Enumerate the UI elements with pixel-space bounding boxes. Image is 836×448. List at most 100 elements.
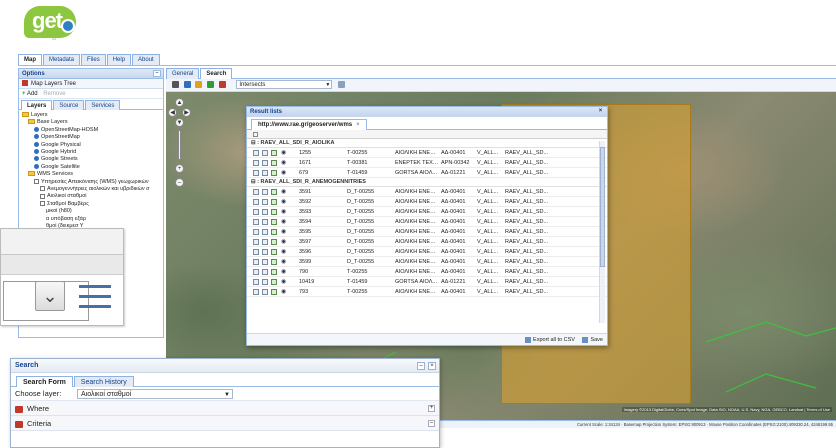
close-icon[interactable]: × <box>428 362 436 370</box>
row-checkbox[interactable] <box>253 249 259 255</box>
checkbox-icon[interactable] <box>34 178 39 184</box>
scrollbar-thumb[interactable] <box>600 147 605 267</box>
globe-icon[interactable] <box>34 141 39 147</box>
criteria-section[interactable]: Criteria – <box>11 416 439 431</box>
menu-tab-files[interactable]: Files <box>81 54 106 65</box>
eye-icon[interactable]: ◉ <box>281 249 287 255</box>
row-checkbox[interactable] <box>253 199 259 205</box>
zoom-to-icon[interactable] <box>262 150 268 156</box>
expand-icon[interactable]: + <box>428 405 435 412</box>
zoom-to-icon[interactable] <box>262 259 268 265</box>
info-icon[interactable] <box>271 279 277 285</box>
table-row[interactable]: ◉ 3595 D_T-00255 ΑΙΟΛΙΚΗ ΕΝΕΡΓ... ΑΔ-00401 V_… <box>247 227 607 237</box>
tree-node[interactable]: Google Hybrid <box>22 149 160 156</box>
list-icon[interactable] <box>79 281 115 317</box>
zoom-to-icon[interactable] <box>262 269 268 275</box>
checkbox-icon[interactable] <box>40 200 45 206</box>
info-icon[interactable] <box>271 239 277 245</box>
close-icon[interactable]: × <box>597 108 604 115</box>
tree-node[interactable]: α υπόβαση εξάρ <box>22 216 160 223</box>
eye-icon[interactable]: ◉ <box>281 189 287 195</box>
pan-north-icon[interactable]: ▲ <box>175 98 184 107</box>
table-row[interactable]: ◉ 790 Τ-00255 ΑΙΟΛΙΚΗ ΕΝΕΡΓ... ΑΔ-00401 V_ALL… <box>247 267 607 277</box>
menu-tab-metadata[interactable]: Metadata <box>43 54 81 65</box>
close-tab-icon[interactable]: × <box>356 122 360 128</box>
info-icon[interactable] <box>271 269 277 275</box>
info-icon[interactable] <box>271 249 277 255</box>
eye-icon[interactable]: ◉ <box>281 269 287 275</box>
table-row[interactable]: ◉ 3596 D_T-00255 ΑΙΟΛΙΚΗ ΕΝΕΡΓ... ΑΔ-00401 V_… <box>247 247 607 257</box>
zoom-in-icon[interactable]: + <box>175 164 184 173</box>
info-icon[interactable] <box>271 209 277 215</box>
row-checkbox[interactable] <box>253 219 259 225</box>
table-row[interactable]: ◉ 3591 D_T-00255 ΑΙΟΛΙΚΗ ΕΝΕΡΓ... ΑΔ-00401 V_… <box>247 187 607 197</box>
options-icon[interactable] <box>338 80 346 88</box>
clear-icon[interactable] <box>218 80 226 88</box>
globe-icon[interactable] <box>34 149 39 155</box>
minimize-icon[interactable]: – <box>417 362 425 370</box>
row-checkbox[interactable] <box>253 259 259 265</box>
chevron-down-icon[interactable]: ⌄ <box>35 281 65 311</box>
info-icon[interactable] <box>271 289 277 295</box>
row-checkbox[interactable] <box>253 239 259 245</box>
zoom-out-icon[interactable]: – <box>175 178 184 187</box>
remove-layer-button[interactable]: Remove <box>43 91 65 97</box>
zoom-to-icon[interactable] <box>262 289 268 295</box>
zoom-slider[interactable] <box>178 130 181 160</box>
table-row[interactable]: ◉ 1255 Τ-00255 ΑΙΟΛΙΚΗ ΕΝΕΡΓ... ΑΔ-00401 V_AL… <box>247 148 607 158</box>
info-icon[interactable] <box>271 170 277 176</box>
result-source-tab[interactable]: http://www.rae.gr/geoserver/wms × <box>251 119 367 130</box>
row-checkbox[interactable] <box>253 229 259 235</box>
tab-search-history[interactable]: Search History <box>73 376 134 387</box>
info-icon[interactable] <box>271 189 277 195</box>
globe-icon[interactable] <box>34 163 39 169</box>
tree-node[interactable]: Υπηρεσίες Απεικόνισης (WMS) γεωχωρικών <box>22 179 160 186</box>
table-row[interactable]: ◉ 3593 D_T-00255 ΑΙΟΛΙΚΗ ΕΝΕΡΓ... ΑΔ-00401 V_… <box>247 207 607 217</box>
zoom-to-icon[interactable] <box>262 199 268 205</box>
row-checkbox[interactable] <box>253 279 259 285</box>
pan-south-icon[interactable]: ▼ <box>175 118 184 127</box>
eye-icon[interactable]: ◉ <box>281 170 287 176</box>
spatial-operator-select[interactable]: Intersects ▼ <box>236 79 333 89</box>
tree-node[interactable]: μικοί (h80) <box>22 208 160 215</box>
table-row[interactable]: ◉ 679 Τ-01459 GORTSA ΑΙΟΛ... ΑΔ-01221 V_ALL..… <box>247 168 607 178</box>
info-icon[interactable] <box>271 150 277 156</box>
eye-icon[interactable]: ◉ <box>281 289 287 295</box>
result-group-header[interactable]: ⊟ : RAEV_ALL_SDI_R_AIOLIKA <box>247 139 607 148</box>
table-row[interactable]: ◉ 3597 D_T-00255 ΑΙΟΛΙΚΗ ΕΝΕΡΓ... ΑΔ-00401 V_… <box>247 237 607 247</box>
info-icon[interactable] <box>271 259 277 265</box>
eye-icon[interactable]: ◉ <box>281 199 287 205</box>
table-row[interactable]: ◉ 3599 D_T-00255 ΑΙΟΛΙΚΗ ΕΝΕΡΓ... ΑΔ-00401 V_… <box>247 257 607 267</box>
eye-icon[interactable]: ◉ <box>281 279 287 285</box>
export-csv-button[interactable]: Export all to CSV <box>533 337 575 343</box>
tree-node[interactable]: WMS Services <box>22 171 160 178</box>
tree-node[interactable]: Google Satellite <box>22 164 160 171</box>
tree-node[interactable]: Base Layers <box>22 119 160 126</box>
row-checkbox[interactable] <box>253 170 259 176</box>
row-checkbox[interactable] <box>253 189 259 195</box>
row-checkbox[interactable] <box>253 269 259 275</box>
table-row[interactable]: ◉ 3592 D_T-00255 ΑΙΟΛΙΚΗ ΕΝΕΡΓ... ΑΔ-00401 V_… <box>247 197 607 207</box>
tab-services[interactable]: Services <box>85 100 121 110</box>
zoom-to-icon[interactable] <box>262 219 268 225</box>
globe-icon[interactable] <box>34 156 39 162</box>
zoom-to-icon[interactable] <box>262 170 268 176</box>
result-group-header[interactable]: ⊟ : RAEV_ALL_SDI_R_ANEMOGENNITRIES <box>247 178 607 187</box>
pan-icon[interactable] <box>172 80 179 88</box>
row-checkbox[interactable] <box>253 209 259 215</box>
select-all-checkbox[interactable] <box>253 132 258 137</box>
eye-icon[interactable]: ◉ <box>281 160 287 166</box>
checkbox-icon[interactable] <box>40 193 45 199</box>
choose-layer-select[interactable]: Αιολικοί σταθμοί ▼ <box>77 389 233 399</box>
eye-icon[interactable]: ◉ <box>281 209 287 215</box>
eye-icon[interactable]: ◉ <box>281 219 287 225</box>
add-layer-button[interactable]: Add <box>27 91 38 97</box>
tab-search-form[interactable]: Search Form <box>16 376 73 387</box>
menu-tab-map[interactable]: Map <box>18 54 42 65</box>
zoom-to-icon[interactable] <box>262 239 268 245</box>
save-button[interactable]: Save <box>590 337 603 343</box>
tree-node[interactable]: Google Streets <box>22 156 160 163</box>
tree-node[interactable]: Αιολικοί σταθμοί <box>22 193 160 200</box>
polygon-icon[interactable] <box>207 80 215 88</box>
tree-node[interactable]: Layers <box>22 112 160 119</box>
